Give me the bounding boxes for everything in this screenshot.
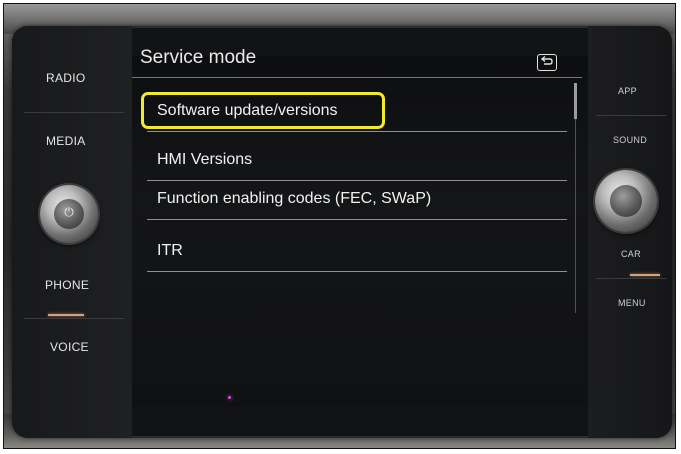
status-led [228,396,231,399]
back-button[interactable] [537,54,557,71]
phone-indicator-light [48,314,84,316]
sound-button[interactable]: SOUND [613,135,647,145]
infotainment-unit [12,26,672,438]
left-divider [24,112,124,113]
highlight-box [141,92,385,129]
photo-frame: RADIO MEDIA ⏻ PHONE VOICE APP SOUND CAR … [3,3,676,449]
scrollbar-thumb[interactable] [574,83,577,119]
menu-button[interactable]: MENU [618,298,646,308]
left-divider [24,318,124,319]
page-title: Service mode [140,47,257,68]
menu-item-function-enabling-codes[interactable]: Function enabling codes (FEC, SWaP) [147,184,567,220]
menu-item-label: Function enabling codes (FEC, SWaP) [157,190,432,207]
phone-button[interactable]: PHONE [45,278,89,292]
menu-separator [147,271,567,272]
menu-item-hmi-versions[interactable]: HMI Versions [147,145,567,181]
voice-button[interactable]: VOICE [50,340,89,354]
menu-item-label: ITR [157,242,183,259]
right-divider [596,115,666,116]
right-divider [596,278,666,279]
car-button[interactable]: CAR [621,249,641,259]
car-indicator-light [630,274,660,276]
menu-separator [147,219,567,220]
menu-item-label: HMI Versions [157,151,253,168]
title-underline [132,77,582,78]
app-button[interactable]: APP [618,86,637,96]
media-button[interactable]: MEDIA [46,134,86,148]
menu-separator [147,180,567,181]
radio-button[interactable]: RADIO [46,71,86,85]
tuner-knob-cap [610,185,642,217]
back-arrow-icon [540,55,553,65]
menu-separator [147,131,567,132]
menu-item-itr[interactable]: ITR [147,236,567,272]
power-icon: ⏻ [64,205,74,219]
